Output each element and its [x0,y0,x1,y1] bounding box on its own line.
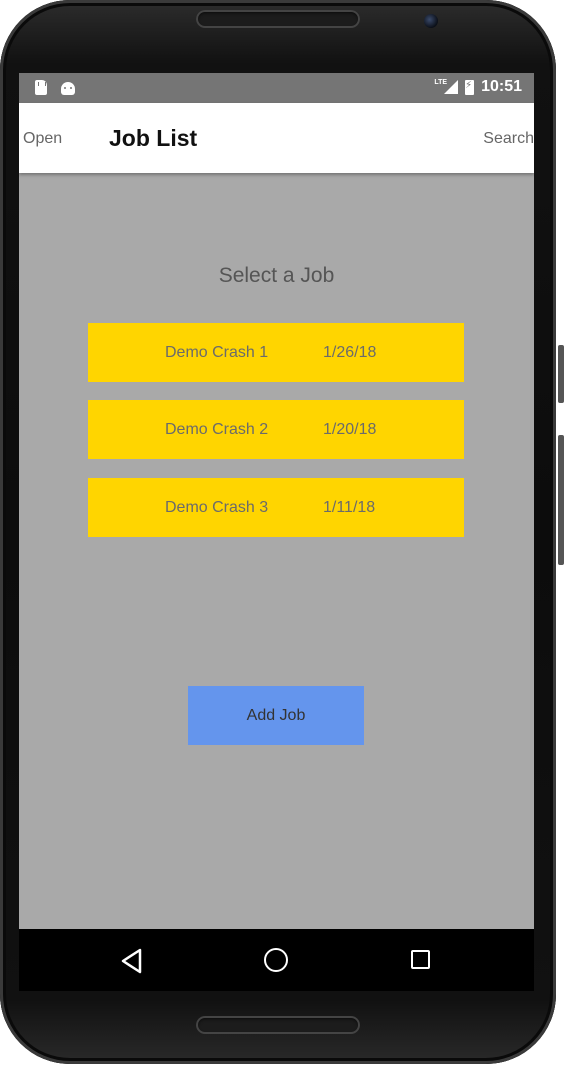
job-row[interactable]: Demo Crash 1 1/26/18 [88,323,464,382]
open-button[interactable]: Open [23,130,62,148]
select-job-heading: Select a Job [218,264,335,287]
navigation-bar: Open Job List Search [19,103,534,173]
job-name: Demo Crash 2 [165,421,269,438]
recent-apps-icon[interactable] [411,950,430,969]
volume-button [558,345,564,403]
power-button [558,435,564,565]
home-icon[interactable] [264,948,288,972]
system-navigation-bar [19,929,534,991]
top-speaker [196,10,360,28]
clock: 10:51 [481,78,522,95]
back-icon[interactable] [120,948,144,974]
job-date: 1/11/18 [323,499,376,516]
sd-card-icon [35,80,47,95]
job-date: 1/20/18 [323,421,377,438]
job-name: Demo Crash 1 [165,344,269,361]
job-row[interactable]: Demo Crash 2 1/20/18 [88,400,464,459]
search-button[interactable]: Search [483,130,534,148]
page-title: Job List [109,125,198,151]
bottom-speaker [196,1016,360,1034]
app-screen: LTE 10:51 Open Job List Search Select a … [19,73,534,991]
job-name: Demo Crash 3 [165,499,269,516]
job-row[interactable]: Demo Crash 3 1/11/18 [88,478,464,537]
status-bar: LTE 10:51 [19,73,534,103]
android-icon [61,82,75,95]
battery-icon [465,79,475,95]
front-camera [424,14,438,28]
add-job-button[interactable]: Add Job [188,686,364,745]
network-type: LTE [434,78,448,86]
job-date: 1/26/18 [323,344,377,361]
